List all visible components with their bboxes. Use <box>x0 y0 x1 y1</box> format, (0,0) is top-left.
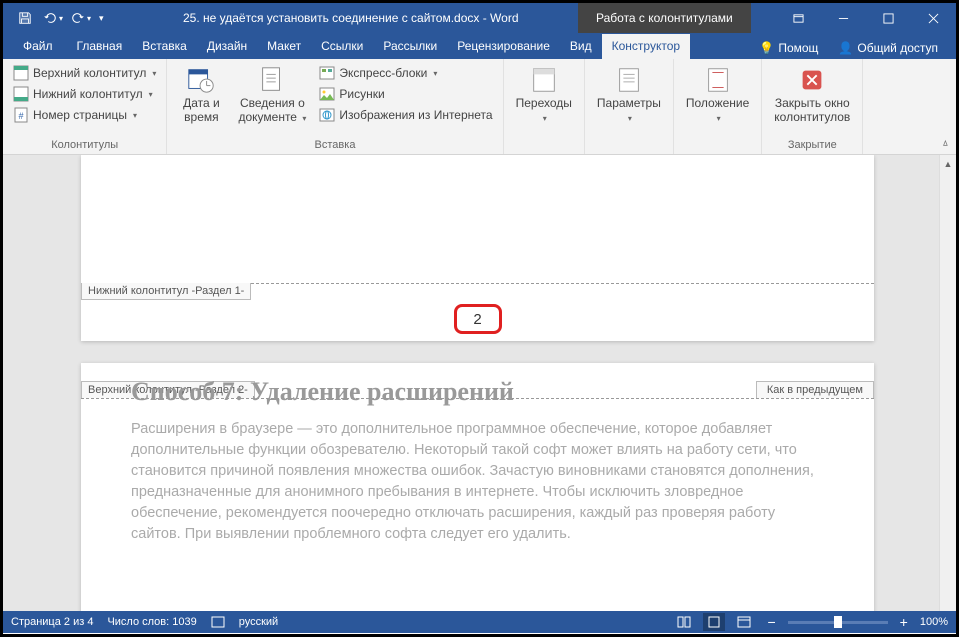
tab-view[interactable]: Вид <box>560 34 602 59</box>
online-pictures-button[interactable]: Изображения из Интернета <box>315 105 496 125</box>
tab-file[interactable]: Файл <box>9 34 67 59</box>
bulb-icon: 💡 <box>759 41 774 55</box>
highlight-annotation <box>454 304 502 334</box>
docinfo-button[interactable]: Сведения о документе ▾ <box>231 63 313 127</box>
tab-design[interactable]: Дизайн <box>197 34 257 59</box>
status-words[interactable]: Число слов: 1039 <box>107 616 196 628</box>
close-icon[interactable] <box>911 3 956 33</box>
svg-text:#: # <box>18 111 23 121</box>
page-1: Нижний колонтитул -Раздел 1- 2 <box>81 155 874 341</box>
footer-section-tag: Нижний колонтитул -Раздел 1- <box>81 283 251 300</box>
ribbon-display-icon[interactable] <box>776 3 821 33</box>
tab-home[interactable]: Главная <box>67 34 133 59</box>
undo-icon[interactable]: ▾ <box>41 6 65 30</box>
share-button[interactable]: 👤Общий доступ <box>830 37 946 59</box>
tab-designer[interactable]: Конструктор <box>602 34 690 59</box>
header-button[interactable]: Верхний колонтитул▾ <box>9 63 160 83</box>
proofing-icon[interactable] <box>211 615 225 629</box>
tab-insert[interactable]: Вставка <box>132 34 197 59</box>
navigation-button[interactable]: Переходы▾ <box>510 63 578 127</box>
print-layout-icon[interactable] <box>703 613 725 631</box>
group-header-footer: Колонтитулы <box>9 137 160 154</box>
pictures-button[interactable]: Рисунки <box>315 84 496 104</box>
tab-mailings[interactable]: Рассылки <box>373 34 447 59</box>
minimize-icon[interactable] <box>821 3 866 33</box>
doc-paragraph: Расширения в браузере — это дополнительн… <box>131 419 824 545</box>
doc-heading: Способ 7: Удаление расширений <box>131 377 824 407</box>
save-icon[interactable] <box>13 6 37 30</box>
tab-references[interactable]: Ссылки <box>311 34 373 59</box>
close-header-footer-button[interactable]: Закрыть окноколонтитулов <box>768 63 856 127</box>
context-tab-header-footer: Работа с колонтитулами <box>578 3 751 33</box>
read-mode-icon[interactable] <box>673 613 695 631</box>
group-close: Закрытие <box>768 137 856 154</box>
zoom-slider[interactable] <box>788 621 888 624</box>
zoom-level[interactable]: 100% <box>920 616 948 628</box>
status-language[interactable]: русский <box>239 616 278 628</box>
vertical-scrollbar[interactable]: ▲ <box>939 155 956 611</box>
redo-icon[interactable]: ▾ <box>69 6 93 30</box>
window-title: 25. не удаётся установить соединение с с… <box>183 11 519 25</box>
person-icon: 👤 <box>838 41 853 55</box>
group-insert: Вставка <box>173 137 496 154</box>
collapse-ribbon-icon[interactable]: ㅿ <box>941 135 950 150</box>
help-button[interactable]: 💡Помощ <box>751 37 826 59</box>
maximize-icon[interactable] <box>866 3 911 33</box>
zoom-in-icon[interactable]: + <box>896 614 912 630</box>
position-button[interactable]: Положение▾ <box>680 63 755 127</box>
document-area[interactable]: Нижний колонтитул -Раздел 1- 2 Верхний к… <box>3 155 956 611</box>
tab-review[interactable]: Рецензирование <box>447 34 560 59</box>
status-page[interactable]: Страница 2 из 4 <box>11 616 93 628</box>
options-button[interactable]: Параметры▾ <box>591 63 667 127</box>
scroll-up-icon[interactable]: ▲ <box>940 155 956 172</box>
page-number-button[interactable]: #Номер страницы▾ <box>9 105 160 125</box>
tab-layout[interactable]: Макет <box>257 34 311 59</box>
quickparts-button[interactable]: Экспресс-блоки▾ <box>315 63 496 83</box>
datetime-button[interactable]: Дата и время <box>173 63 229 127</box>
web-layout-icon[interactable] <box>733 613 755 631</box>
zoom-out-icon[interactable]: − <box>763 614 779 630</box>
footer-button[interactable]: Нижний колонтитул▾ <box>9 84 160 104</box>
page-2: Верхний колонтитул -Раздел 2- Как в пред… <box>81 363 874 611</box>
